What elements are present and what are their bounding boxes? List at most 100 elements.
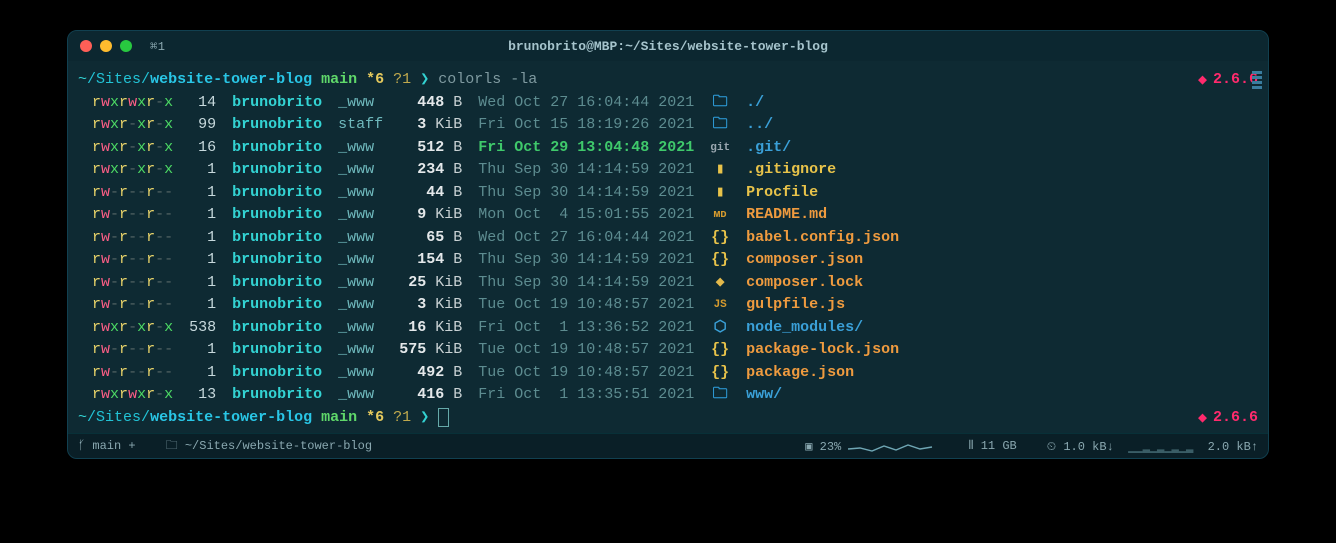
file-type-icon: 🗀 [702,114,738,137]
scroll-indicator [1252,71,1262,89]
file-type-icon: {} [702,339,738,362]
size: 234 B [391,159,470,182]
date: Thu Sep 30 14:14:59 2021 [470,272,702,295]
list-row: rw-r--r--1brunobrito_www575 KiBTue Oct 1… [84,339,907,362]
link-count: 1 [181,362,224,385]
file-type-icon: git [702,137,738,160]
permissions: rw-r--r-- [84,227,181,250]
link-count: 16 [181,137,224,160]
list-row: rw-r--r--1brunobrito_www44 BThu Sep 30 1… [84,182,907,205]
size: 65 B [391,227,470,250]
group: _www [330,204,391,227]
ruby-icon: ◆ [1198,70,1207,93]
permissions: rwxrwxr-x [84,384,181,407]
bars-icon: ⫴ [968,439,973,453]
git-untracked: ?1 [393,69,411,92]
size: 448 B [391,92,470,115]
list-row: rwxr-xr-x538brunobrito_www16 KiBFri Oct … [84,317,907,340]
link-count: 99 [181,114,224,137]
date: Wed Oct 27 16:04:44 2021 [470,92,702,115]
date: Mon Oct 4 15:01:55 2021 [470,204,702,227]
file-name: package-lock.json [738,339,907,362]
list-row: rw-r--r--1brunobrito_www492 BTue Oct 19 … [84,362,907,385]
cpu-sparkline [848,439,938,453]
permissions: rwxr-xr-x [84,114,181,137]
permissions: rwxr-xr-x [84,137,181,160]
date: Tue Oct 19 10:48:57 2021 [470,362,702,385]
list-row: rwxr-xr-x16brunobrito_www512 BFri Oct 29… [84,137,907,160]
size: 44 B [391,182,470,205]
permissions: rw-r--r-- [84,182,181,205]
file-name: .gitignore [738,159,907,182]
permissions: rwxr-xr-x [84,317,181,340]
link-count: 1 [181,204,224,227]
size: 512 B [391,137,470,160]
size: 575 KiB [391,339,470,362]
zoom-dot[interactable] [120,40,132,52]
file-name: composer.lock [738,272,907,295]
group: _www [330,317,391,340]
link-count: 1 [181,339,224,362]
prompt-line-2: ~ / Sites / website-tower-blog main *6 ?… [78,407,1258,430]
permissions: rwxrwxr-x [84,92,181,115]
date: Fri Oct 1 13:36:52 2021 [470,317,702,340]
terminal-body[interactable]: ~ / Sites / website-tower-blog main *6 ?… [68,61,1268,433]
date: Tue Oct 19 10:48:57 2021 [470,339,702,362]
file-type-icon: ᴍᴅ [702,204,738,227]
owner: brunobrito [224,114,330,137]
permissions: rwxr-xr-x [84,159,181,182]
date: Thu Sep 30 14:14:59 2021 [470,159,702,182]
owner: brunobrito [224,384,330,407]
permissions: rw-r--r-- [84,204,181,227]
list-row: rwxr-xr-x1brunobrito_www234 BThu Sep 30 … [84,159,907,182]
window-title: brunobrito@MBP:~/Sites/website-tower-blo… [68,39,1268,54]
tab-indicator: ⌘1 [150,39,165,54]
link-count: 13 [181,384,224,407]
link-count: 538 [181,317,224,340]
title-bar: ⌘1 brunobrito@MBP:~/Sites/website-tower-… [68,31,1268,61]
status-net: ⏲ 1.0 kB↓ ▁▁▂▁▂▁▂▁▂ 2.0 kB↑ [1047,439,1258,454]
date: Fri Oct 15 18:19:26 2021 [470,114,702,137]
size: 154 B [391,249,470,272]
owner: brunobrito [224,249,330,272]
size: 25 KiB [391,272,470,295]
ruby-version: ◆ 2.6.6 [1198,69,1258,92]
permissions: rw-r--r-- [84,294,181,317]
list-row: rw-r--r--1brunobrito_www154 BThu Sep 30 … [84,249,907,272]
date: Thu Sep 30 14:14:59 2021 [470,249,702,272]
owner: brunobrito [224,204,330,227]
owner: brunobrito [224,227,330,250]
file-type-icon: {} [702,362,738,385]
file-name: composer.json [738,249,907,272]
file-name: ../ [738,114,907,137]
file-type-icon: ▮ [702,182,738,205]
date: Wed Oct 27 16:04:44 2021 [470,227,702,250]
permissions: rw-r--r-- [84,362,181,385]
group: _www [330,339,391,362]
group: _www [330,159,391,182]
owner: brunobrito [224,294,330,317]
ruby-version-2: ◆ 2.6.6 [1198,407,1258,430]
file-type-icon: {} [702,227,738,250]
file-name: babel.config.json [738,227,907,250]
link-count: 1 [181,294,224,317]
file-type-icon: ⬡ [702,317,738,340]
file-listing: rwxrwxr-x14brunobrito_www448 BWed Oct 27… [84,92,907,407]
file-type-icon: ▮ [702,159,738,182]
file-name: gulpfile.js [738,294,907,317]
terminal-window: ⌘1 brunobrito@MBP:~/Sites/website-tower-… [67,30,1269,459]
close-dot[interactable] [80,40,92,52]
file-type-icon: {} [702,249,738,272]
status-branch: ᚶ main + [78,439,136,453]
ruby-icon: ◆ [1198,408,1207,431]
date: Fri Oct 1 13:35:51 2021 [470,384,702,407]
size: 9 KiB [391,204,470,227]
file-name: README.md [738,204,907,227]
chip-icon: ▣ [805,440,812,454]
prompt-dir1: Sites [96,69,141,92]
minimize-dot[interactable] [100,40,112,52]
file-name: ./ [738,92,907,115]
owner: brunobrito [224,137,330,160]
group: staff [330,114,391,137]
owner: brunobrito [224,92,330,115]
